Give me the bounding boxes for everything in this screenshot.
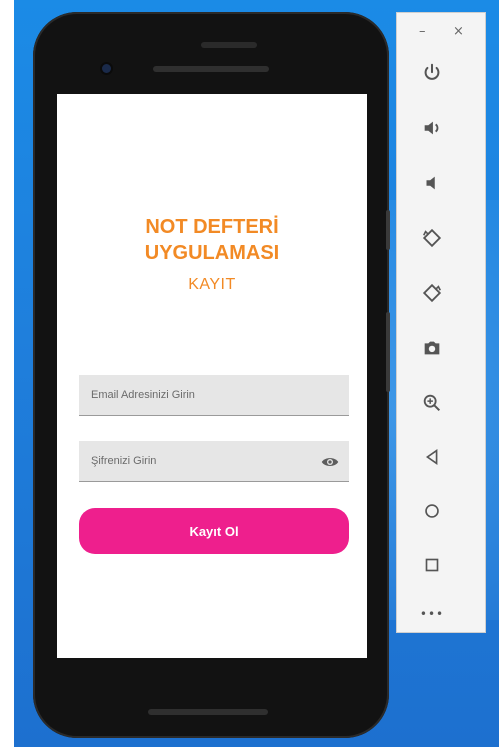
signup-button[interactable]: Kayıt Ol [79, 508, 349, 554]
password-field-container [79, 441, 349, 482]
bottom-speaker [148, 709, 268, 715]
back-icon[interactable] [419, 444, 445, 470]
phone-side-button [386, 312, 390, 392]
power-icon[interactable] [419, 60, 445, 86]
zoom-icon[interactable] [419, 390, 445, 416]
volume-up-icon[interactable] [419, 115, 445, 141]
app-title-line2: UYGULAMASI [144, 242, 280, 264]
home-icon[interactable] [419, 498, 445, 524]
volume-down-icon[interactable] [419, 170, 445, 196]
emulator-toolbar: – × ••• [396, 12, 486, 633]
app-title-line1: NOT DEFTERİ [145, 216, 279, 238]
app-screen: NOT DEFTERİ UYGULAMASI KAYIT Kayıt Ol [57, 94, 367, 658]
camera-icon[interactable] [419, 335, 445, 361]
rotate-right-icon[interactable] [419, 280, 445, 306]
overview-icon[interactable] [419, 552, 445, 578]
email-field-container [79, 375, 349, 416]
email-field[interactable] [79, 375, 349, 415]
rotate-left-icon[interactable] [419, 225, 445, 251]
eye-icon[interactable] [321, 454, 339, 468]
close-button[interactable]: × [453, 25, 464, 38]
front-camera [102, 64, 111, 73]
minimize-button[interactable]: – [419, 25, 426, 38]
page-subtitle: KAYIT [188, 276, 236, 293]
phone-side-button [386, 210, 390, 250]
password-field[interactable] [79, 441, 349, 481]
top-speaker [153, 66, 269, 72]
speaker-slot [201, 42, 257, 48]
more-icon[interactable]: ••• [419, 601, 445, 627]
app-title: NOT DEFTERİ UYGULAMASI [57, 214, 367, 266]
